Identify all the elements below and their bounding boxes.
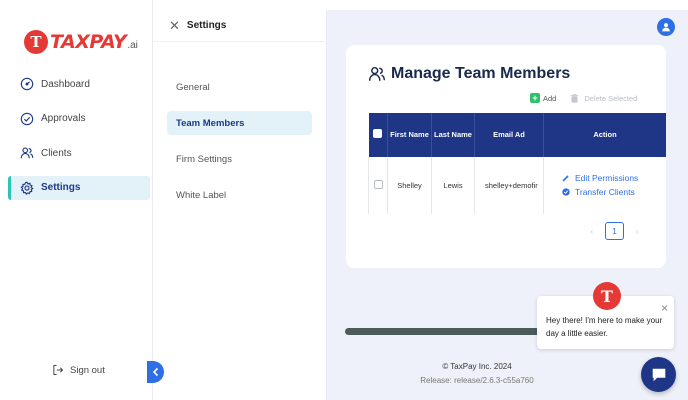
taxpay-logo[interactable]: T TAXPAY .ai [24,30,138,54]
sidebar-nav: Dashboard Approvals Clients Settings [8,72,150,210]
footer-copyright: © TaxPay Inc. 2024 [442,362,512,371]
check-circle-icon [20,112,34,125]
delete-label: Delete Selected [584,93,638,103]
page-title-text: Manage Team Members [391,65,571,82]
column-header-email[interactable]: Email Ad [474,113,544,157]
close-icon[interactable]: × [661,299,668,318]
page-number-button[interactable]: 1 [605,222,624,240]
sidebar-item-settings[interactable]: Settings [8,175,150,200]
edit-permissions-link[interactable]: Edit Permissions [562,173,666,183]
sign-out-button[interactable]: Sign out [52,364,105,376]
trash-icon [571,93,579,103]
column-header-action: Action [543,113,666,157]
select-all-checkbox[interactable] [373,128,383,138]
close-icon[interactable]: ✕ [169,18,180,34]
table-row: Shelley Lewis shelley+demofir Edit Permi… [368,157,666,214]
users-icon [20,147,34,159]
add-label: Add [543,93,557,103]
sign-out-icon [53,365,64,375]
team-members-table: First Name Last Name Email Ad Action She… [368,113,666,214]
sign-out-label: Sign out [70,364,105,376]
users-icon [368,66,386,81]
column-header-last-name[interactable]: Last Name [431,113,475,157]
sidebar-item-label: Settings [41,182,81,193]
settings-item-white-label[interactable]: White Label [167,183,312,207]
column-header-first-name[interactable]: First Name [387,113,432,157]
settings-item-team-members[interactable]: Team Members [167,111,312,135]
transfer-clients-link[interactable]: Transfer Clients [562,187,666,197]
edit-permissions-label: Edit Permissions [575,173,639,184]
footer-release: Release: release/2.6.3-c55a760 [420,376,534,385]
table-header-row: First Name Last Name Email Ad Action [368,113,666,157]
cell-first-name: Shelley [387,157,432,214]
chat-bot-avatar: T [593,282,621,310]
pencil-icon [562,175,569,182]
settings-header: ✕ Settings [153,10,326,42]
app-root: T TAXPAY .ai Dashboard Approvals Clients… [0,0,688,400]
chat-message-text: Hey there! I'm here to make your day a l… [546,316,663,338]
row-select-cell [368,157,388,214]
sidebar-item-label: Clients [41,147,72,159]
dashboard-icon [20,77,34,91]
gear-icon [20,181,34,195]
add-member-button[interactable]: + Add [530,93,556,103]
horizontal-scrollbar[interactable] [345,328,540,335]
select-all-header [368,113,388,157]
settings-title: Settings [186,20,227,31]
user-avatar[interactable] [657,18,675,36]
chevron-left-icon [152,367,158,377]
pagination: ‹ 1 › [585,222,644,240]
taxpay-logo-mark: T [24,30,48,54]
cell-actions: Edit Permissions Transfer Clients [543,157,666,214]
sidebar-item-approvals[interactable]: Approvals [8,107,150,131]
sidebar-item-clients[interactable]: Clients [8,141,150,165]
brand-suffix: .ai [127,39,138,51]
user-icon [662,23,670,32]
sidebar-item-label: Approvals [41,113,86,124]
sidebar: T TAXPAY .ai Dashboard Approvals Clients… [0,0,153,400]
table-actions: + Add Delete Selected [530,93,637,103]
brand-name: TAXPAY [50,31,127,53]
settings-panel: ✕ Settings General Team Members Firm Set… [153,10,327,400]
transfer-clients-label: Transfer Clients [575,187,635,198]
plus-icon: + [530,93,540,103]
settings-list: General Team Members Firm Settings White… [167,75,312,219]
check-circle-icon [562,188,570,196]
sidebar-item-label: Dashboard [41,78,90,90]
sidebar-item-dashboard[interactable]: Dashboard [8,72,150,96]
team-members-card: Manage Team Members + Add Delete Selecte… [346,45,666,268]
delete-selected-button[interactable]: Delete Selected [570,93,638,103]
next-page-button[interactable]: › [630,227,644,236]
chat-icon [652,368,665,381]
row-checkbox[interactable] [373,179,383,189]
settings-item-general[interactable]: General [167,75,312,99]
settings-item-firm-settings[interactable]: Firm Settings [167,147,312,171]
page-title: Manage Team Members [368,65,570,83]
cell-last-name: Lewis [431,157,475,214]
chat-launcher-button[interactable] [641,357,676,392]
cell-email: shelley+demofir [474,157,544,214]
prev-page-button[interactable]: ‹ [585,227,599,236]
